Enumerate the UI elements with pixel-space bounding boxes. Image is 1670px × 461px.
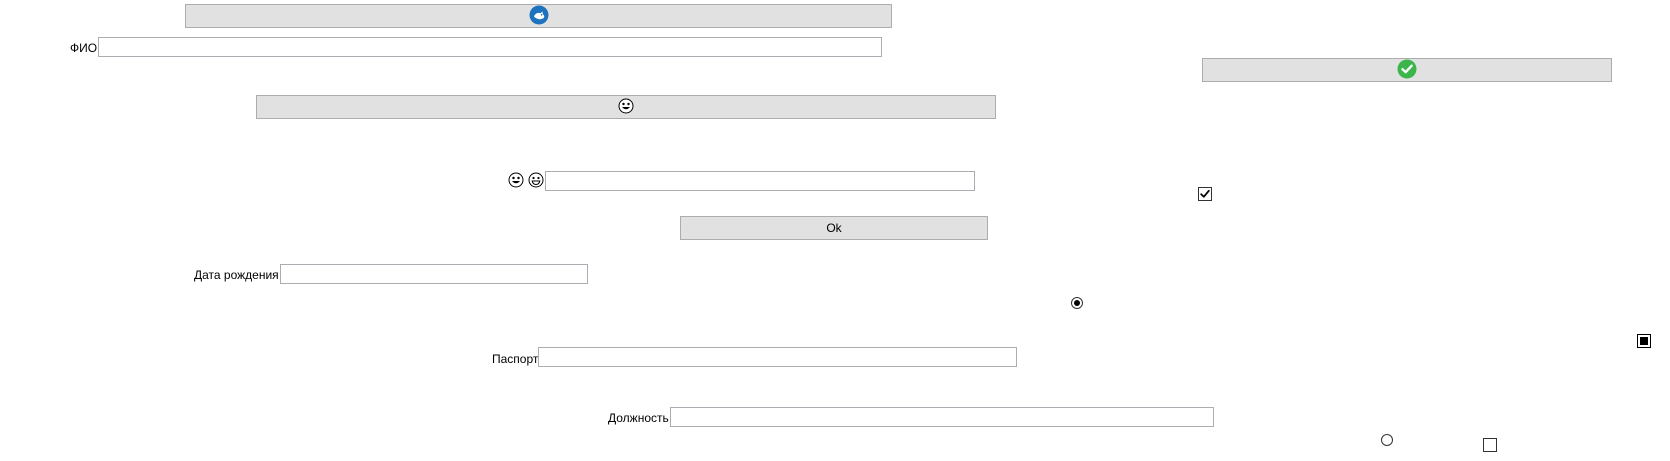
fio-field[interactable] [98,37,882,57]
selected-radio[interactable] [1071,297,1083,309]
passport-label: Паспорт [492,352,539,366]
emoji-field[interactable] [545,171,975,191]
green-check-icon [1397,59,1417,82]
birthdate-label: Дата рождения [194,268,279,282]
grin-face-icon [508,172,524,191]
smile-face-icon [528,172,544,191]
blue-circle-icon [529,5,549,28]
passport-field[interactable] [538,347,1017,367]
indeterminate-checkbox[interactable] [1637,334,1651,348]
birthdate-field[interactable] [280,264,588,284]
emoji-icon-button[interactable] [256,95,996,119]
confirm-icon-button[interactable] [1202,58,1612,82]
fio-label: ФИО [70,41,98,55]
position-field[interactable] [670,407,1214,427]
unselected-radio[interactable] [1381,434,1393,446]
top-icon-button[interactable] [185,4,892,28]
ok-button-label: Ok [826,221,842,235]
ok-button[interactable]: Ok [680,216,988,240]
smiley-face-icon [618,98,634,117]
position-label: Должность [608,411,669,425]
unchecked-checkbox[interactable] [1483,438,1497,452]
checked-checkbox[interactable] [1198,187,1212,201]
form-window: ФИО Ok Дата рождения Паспорт Должность [0,0,1670,461]
